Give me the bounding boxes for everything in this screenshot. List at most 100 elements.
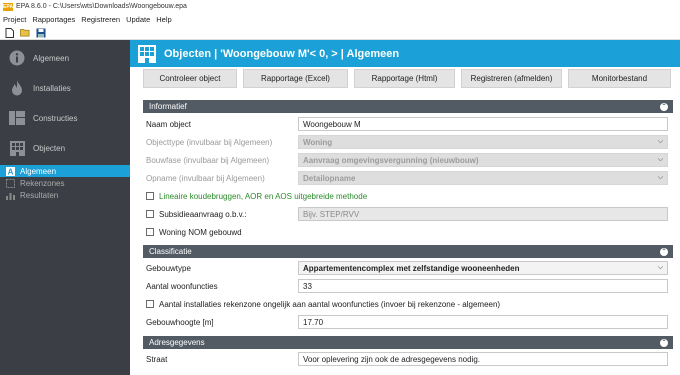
row-gebouwtype: Gebouwtype Appartementencomplex met zelf…	[143, 259, 673, 277]
aantal-installaties-label: Aantal installaties rekenzone ongelijk a…	[159, 299, 501, 309]
gebouwtype-value: Appartementencomplex met zelfstandige wo…	[303, 263, 520, 273]
straat-input[interactable]: Voor oplevering zijn ook de adresgegeven…	[298, 352, 668, 366]
objecttype-label: Objecttype (invulbaar bij Algemeen)	[146, 137, 273, 147]
sidebar-item-label: Constructies	[33, 113, 78, 123]
collapse-icon[interactable]: ⌃	[660, 338, 668, 347]
sidebar-subitem-rekenzones[interactable]: Rekenzones	[0, 177, 130, 189]
sidebar-subitem-label: Resultaten	[20, 190, 59, 200]
row-naam-object: Naam object Woongebouw M	[143, 115, 673, 133]
sidebar-subitem-label: Rekenzones	[20, 178, 65, 188]
naam-object-input[interactable]: Woongebouw M	[298, 117, 668, 131]
new-icon	[5, 27, 14, 38]
opname-label: Opname (invulbaar bij Algemeen)	[146, 173, 265, 183]
straat-label: Straat	[146, 354, 168, 364]
collapse-icon[interactable]: ⌃	[660, 102, 668, 111]
row-bouwfase: Bouwfase (invulbaar bij Algemeen) Aanvra…	[143, 151, 673, 169]
info-icon	[9, 50, 25, 66]
row-gebouwhoogte: Gebouwhoogte [m] 17.70	[143, 313, 673, 331]
menu-update[interactable]: Update	[126, 15, 150, 24]
section-title: Adresgegevens	[149, 338, 205, 347]
collapse-icon[interactable]: ⌃	[660, 247, 668, 256]
sidebar-item-label: Installaties	[33, 83, 71, 93]
subsidieaanvraag-label-wrap: Subsidieaanvraag o.b.v.:	[143, 210, 298, 219]
row-aantal-installaties: Aantal installaties rekenzone ongelijk a…	[143, 295, 673, 313]
chevron-down-icon: ⌵	[657, 138, 663, 145]
letter-a-icon: A	[6, 166, 15, 176]
toolbar	[0, 26, 680, 40]
sidebar-item-label: Objecten	[33, 143, 66, 153]
menu-bar: Project Rapportages Registreren Update H…	[0, 13, 680, 26]
save-icon	[36, 28, 46, 37]
subsidieaanvraag-checkbox[interactable]	[146, 210, 154, 218]
svg-text:A: A	[8, 167, 14, 175]
main-panel: Objecten | 'Woongebouw M'< 0, > | Algeme…	[130, 40, 680, 375]
chevron-down-icon: ⌵	[657, 264, 663, 271]
objecttype-value: Woning	[303, 137, 333, 147]
subsidieaanvraag-input[interactable]: Bijv. STEP/RVV	[298, 207, 668, 221]
bouwfase-select: Aanvraag omgevingsvergunning (nieuwbouw)…	[298, 153, 668, 167]
row-straat: Straat Voor oplevering zijn ook de adres…	[143, 350, 673, 368]
registreren-afmelden-button[interactable]: Registreren (afmelden)	[461, 68, 562, 88]
naam-object-label: Naam object	[146, 119, 191, 129]
opname-value: Detailopname	[303, 173, 356, 183]
aantal-woonfuncties-input[interactable]: 33	[298, 279, 668, 293]
building-icon	[138, 44, 156, 63]
aantal-installaties-checkbox[interactable]	[146, 300, 154, 308]
window-titlebar: EPA EPA 8.6.0 - C:\Users\wts\Downloads\W…	[0, 0, 680, 13]
woning-nom-label: Woning NOM gebouwd	[159, 227, 242, 237]
bouwfase-label: Bouwfase (invulbaar bij Algemeen)	[146, 155, 270, 165]
sidebar-item-constructies[interactable]: Constructies	[0, 103, 130, 133]
opname-select: Detailopname ⌵	[298, 171, 668, 185]
wall-icon	[9, 110, 25, 126]
new-file-button[interactable]	[4, 27, 14, 38]
controleer-object-button[interactable]: Controleer object	[143, 68, 237, 88]
save-file-button[interactable]	[36, 28, 46, 38]
row-woning-nom: Woning NOM gebouwd	[143, 223, 673, 241]
gebouwhoogte-label: Gebouwhoogte [m]	[146, 317, 214, 327]
section-header-adresgegevens[interactable]: Adresgegevens ⌃	[143, 336, 673, 349]
gebouwtype-label: Gebouwtype	[146, 263, 191, 273]
action-buttons: Controleer object Rapportage (Excel) Rap…	[130, 67, 680, 89]
zones-icon	[6, 178, 15, 188]
lineaire-koudebruggen-checkbox[interactable]	[146, 192, 154, 200]
sidebar-item-objecten[interactable]: Objecten	[0, 133, 130, 163]
sidebar-item-label: Algemeen	[33, 53, 70, 63]
building-icon	[9, 140, 25, 156]
section-header-classificatie[interactable]: Classificatie ⌃	[143, 245, 673, 258]
gebouwhoogte-input[interactable]: 17.70	[298, 315, 668, 329]
menu-registreren[interactable]: Registreren	[81, 15, 120, 24]
section-header-informatief[interactable]: Informatief ⌃	[143, 100, 673, 113]
row-opname: Opname (invulbaar bij Algemeen) Detailop…	[143, 169, 673, 187]
page-header: Objecten | 'Woongebouw M'< 0, > | Algeme…	[130, 40, 680, 67]
chevron-down-icon: ⌵	[657, 156, 663, 163]
sidebar-item-algemeen[interactable]: Algemeen	[0, 43, 130, 73]
window-title: EPA 8.6.0 - C:\Users\wts\Downloads\Woong…	[16, 3, 187, 10]
section-title: Informatief	[149, 102, 187, 111]
bouwfase-value: Aanvraag omgevingsvergunning (nieuwbouw)	[303, 155, 479, 165]
flame-icon	[9, 80, 25, 96]
sidebar-subitem-algemeen[interactable]: A Algemeen	[0, 165, 130, 177]
page-title: Objecten | 'Woongebouw M'< 0, > | Algeme…	[164, 47, 400, 60]
row-subsidieaanvraag: Subsidieaanvraag o.b.v.: Bijv. STEP/RVV	[143, 205, 673, 223]
sidebar: Algemeen Installaties Constructies Objec…	[0, 40, 130, 375]
subsidieaanvraag-label: Subsidieaanvraag o.b.v.:	[159, 209, 247, 219]
sidebar-item-installaties[interactable]: Installaties	[0, 73, 130, 103]
woning-nom-checkbox[interactable]	[146, 228, 154, 236]
aantal-woonfuncties-label: Aantal woonfuncties	[146, 281, 218, 291]
open-file-button[interactable]	[20, 28, 30, 38]
open-icon	[20, 28, 30, 37]
menu-project[interactable]: Project	[3, 15, 26, 24]
section-title: Classificatie	[149, 247, 192, 256]
chevron-down-icon: ⌵	[657, 174, 663, 181]
menu-help[interactable]: Help	[156, 15, 171, 24]
rapportage-html-button[interactable]: Rapportage (Html)	[354, 68, 455, 88]
gebouwtype-select[interactable]: Appartementencomplex met zelfstandige wo…	[298, 261, 668, 275]
row-objecttype: Objecttype (invulbaar bij Algemeen) Woni…	[143, 133, 673, 151]
monitorbestand-button[interactable]: Monitorbestand	[568, 68, 671, 88]
lineaire-koudebruggen-label: Lineaire koudebruggen, AOR en AOS uitgeb…	[159, 191, 368, 201]
sidebar-subitem-resultaten[interactable]: Resultaten	[0, 189, 130, 201]
row-lineaire-koudebruggen: Lineaire koudebruggen, AOR en AOS uitgeb…	[143, 187, 673, 205]
form-content: Informatief ⌃ Naam object Woongebouw M O…	[143, 100, 673, 368]
rapportage-excel-button[interactable]: Rapportage (Excel)	[243, 68, 348, 88]
menu-rapportages[interactable]: Rapportages	[32, 15, 75, 24]
